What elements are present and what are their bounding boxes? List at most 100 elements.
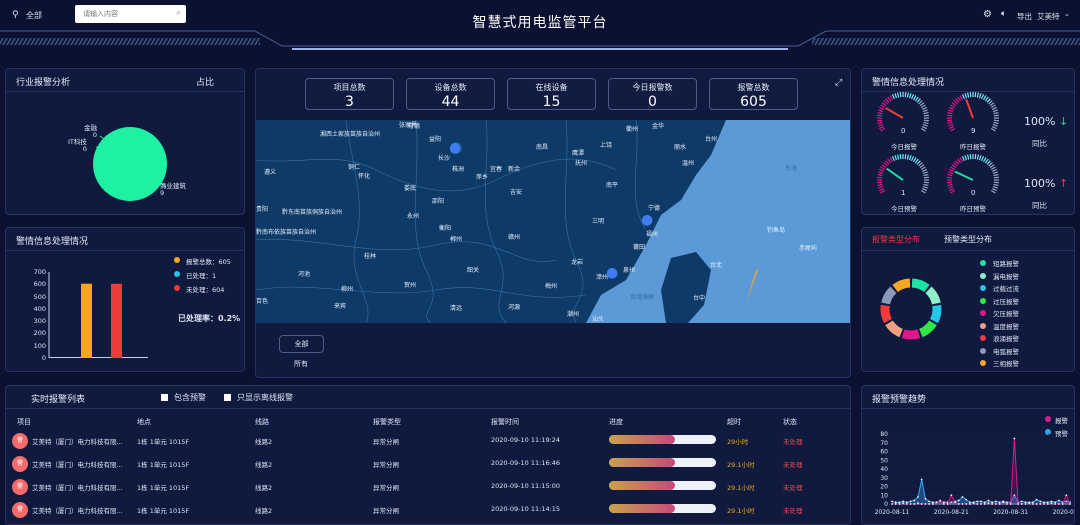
map-label: 株洲: [452, 164, 464, 173]
map-label: 遵义: [264, 167, 276, 176]
type-legend: 短路报警漏电报警过载过流过压报警欠压报警温度报警浪涌报警电弧报警三相报警: [980, 258, 1075, 370]
arrow-up-icon: ↑: [1059, 177, 1068, 190]
gear-icon[interactable]: ⚙: [983, 9, 992, 20]
series-point: [895, 503, 897, 505]
map-label: 台中: [693, 293, 705, 302]
gauge-value-today-warning: 1: [901, 189, 905, 197]
fullscreen-icon[interactable]: ⤢: [835, 78, 842, 88]
series-point: [962, 503, 964, 505]
checkbox-offline-only[interactable]: 只显示离线报警: [224, 392, 293, 403]
realtime-panel: 实时报警列表 包含预警 只显示离线报警: [5, 385, 851, 525]
map-label: 鹰潭: [572, 148, 584, 157]
series-point: [1025, 503, 1027, 505]
cell-overtime: 29.1小时: [727, 505, 754, 515]
alarm-handling-panel: 警情信息处理情况 7006005004003002001000 报警总数：605…: [5, 227, 245, 372]
cell-project[interactable]: 艾美特（厦门）电力科技有限...: [32, 505, 123, 515]
page-title: 智慧式用电监管平台: [0, 12, 1080, 32]
map-label: 上饶: [600, 140, 612, 149]
series-point: [1032, 503, 1034, 505]
series-point: [1058, 500, 1060, 502]
cell-project[interactable]: 艾美特（厦门）电力科技有限...: [32, 436, 123, 446]
arrow-down-icon: ↓: [1059, 115, 1068, 128]
series-point: [958, 503, 960, 505]
map-label: 南平: [606, 180, 618, 189]
kpi-online: 在线设备15: [507, 78, 596, 110]
x-tick: 2020-08-11: [875, 509, 910, 516]
map-label: 娄底: [404, 183, 416, 192]
legend-dot: [980, 260, 986, 266]
y-tick: 40: [880, 466, 888, 473]
table-header: 状态: [783, 417, 797, 427]
map-label: 湘西土家族苗族自治州: [320, 129, 380, 138]
map-label: 台湾海峡: [630, 292, 654, 301]
bar-0: [81, 284, 92, 358]
series-point: [928, 503, 930, 505]
legend-dot: [980, 310, 986, 316]
donut-segment: [934, 306, 937, 322]
legend-dot: [980, 335, 986, 341]
series-point: [991, 503, 993, 505]
map-label: 贵阳: [256, 204, 268, 213]
gauge-group: [862, 91, 1075, 215]
map-label: 丽水: [674, 142, 686, 151]
map-view[interactable]: 张家界常德益阳湘西土家族苗族自治州长沙株洲宜春新余南昌鹰潭上饶衢州金华台州丽水温…: [256, 120, 850, 323]
y-tick: 600: [34, 280, 46, 288]
series-point: [899, 501, 901, 503]
map-marker-icon[interactable]: ●: [641, 212, 653, 228]
trend-line-chart: 807060504030201002020-08-112020-08-21202…: [862, 426, 1075, 525]
pie-slice-business: [93, 127, 167, 201]
series-point: [984, 503, 986, 505]
tab-alarm-types[interactable]: 报警类型分布: [872, 234, 920, 245]
series-point: [913, 503, 915, 505]
progress-bar: [609, 481, 716, 490]
chevron-down-icon[interactable]: ⌄: [1064, 10, 1070, 18]
gauge-value-today-alarm: 0: [901, 127, 905, 135]
donut-segment: [885, 306, 888, 322]
tab-warning-types[interactable]: 预警类型分布: [944, 234, 992, 245]
ratio-label: 占比: [196, 75, 214, 88]
progress-bar: [609, 458, 716, 467]
cell-overtime: 29小时: [727, 436, 748, 446]
series-point: [921, 479, 923, 481]
alarm-bar-chart: [48, 272, 148, 358]
series-point: [1062, 503, 1064, 505]
donut-segment: [912, 283, 927, 288]
series-point: [1047, 503, 1049, 505]
y-tick: 0: [42, 354, 46, 362]
cell-line: 线路2: [255, 505, 272, 515]
cell-status: 未处理: [783, 505, 803, 515]
export-button[interactable]: 导出: [1017, 11, 1032, 22]
series-point: [995, 500, 997, 502]
map-label: 赣州: [508, 232, 520, 241]
legend-alarm: 报警: [1055, 415, 1068, 425]
cell-type: 异常分闸: [373, 459, 399, 469]
cell-project[interactable]: 艾美特（厦门）电力科技有限...: [32, 482, 123, 492]
series-point: [1006, 503, 1008, 505]
alarm-icon: 警: [12, 433, 28, 449]
map-label: 宜春: [490, 164, 502, 173]
donut-segment: [928, 290, 936, 304]
compare-label-warning: 同比: [1032, 200, 1047, 211]
donut-segment: [889, 323, 901, 333]
progress-fill: [609, 435, 675, 444]
cell-project[interactable]: 艾美特（厦门）电力科技有限...: [32, 459, 123, 469]
map-marker-icon[interactable]: ●: [606, 265, 618, 281]
series-point: [950, 494, 952, 496]
y-tick: 60: [880, 449, 888, 456]
series-point: [906, 503, 908, 505]
map-label: 衡阳: [439, 223, 451, 232]
volume-icon[interactable]: 🔈︎: [1001, 9, 1006, 19]
map-marker-icon[interactable]: ●: [449, 140, 461, 156]
series-point: [954, 501, 956, 503]
user-menu[interactable]: 艾美特: [1037, 11, 1060, 22]
filter-all-button[interactable]: 全部: [279, 335, 324, 353]
checkbox-include-warning[interactable]: 包含预警: [161, 392, 206, 403]
legend-dot-alarm: [1045, 416, 1051, 422]
legend-unhandled: 未处理：604: [186, 284, 224, 294]
header: ⚲ 全部 ⌕ 智慧式用电监管平台 ⚙ 🔈︎ 导出 艾美特 ⌄: [0, 0, 1080, 50]
series-point: [917, 496, 919, 498]
series-point: [965, 503, 967, 505]
x-tick: 2020-08-21: [934, 509, 969, 516]
cell-status: 未处理: [783, 436, 803, 446]
progress-fill: [609, 481, 675, 490]
